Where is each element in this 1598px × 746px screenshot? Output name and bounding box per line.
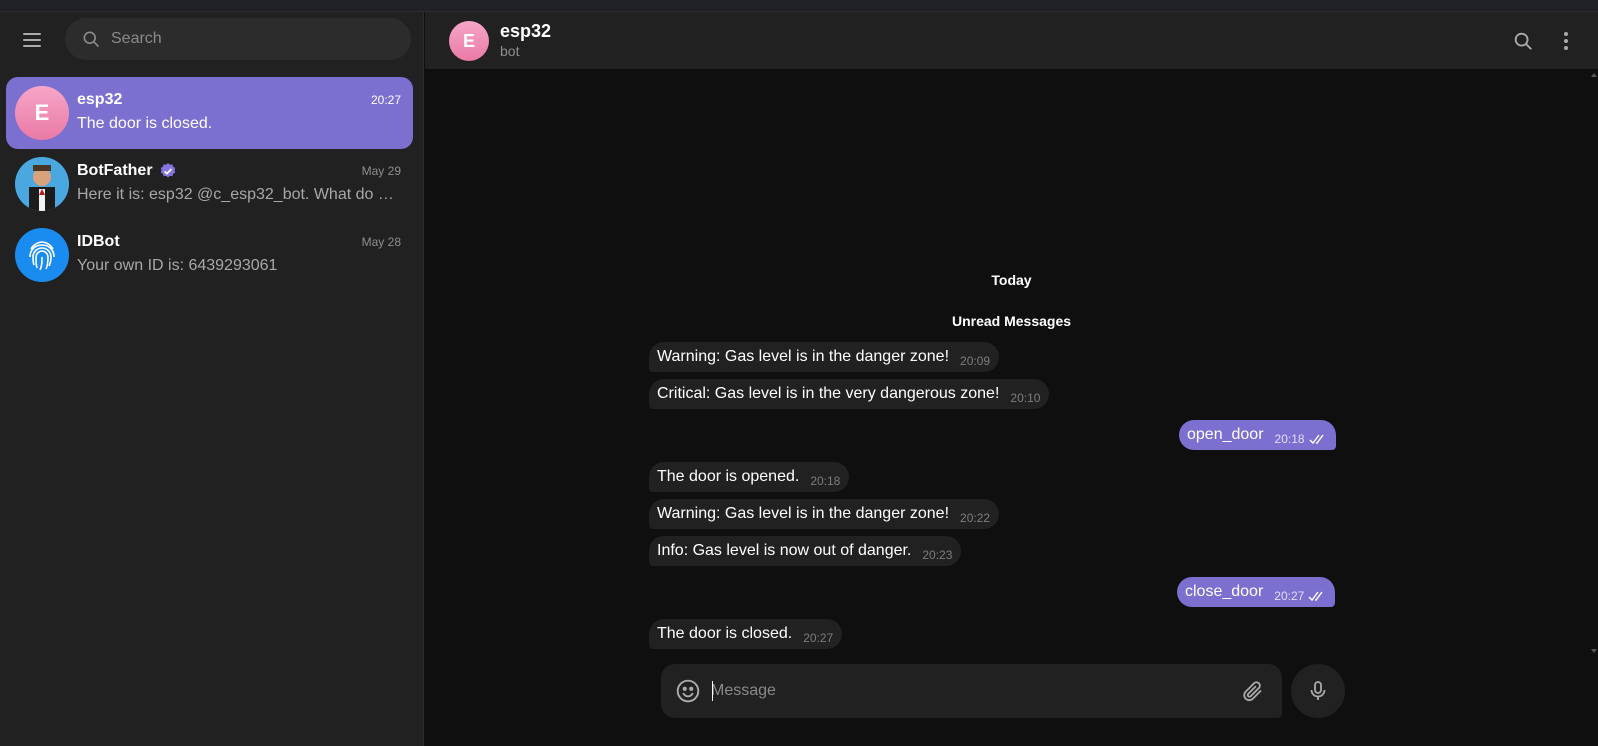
chat-item-botfather[interactable]: BotFather May 29 Here it is: esp32 @c_es… — [6, 148, 413, 220]
message-composer[interactable] — [661, 664, 1282, 718]
message-text: The door is closed. — [657, 625, 793, 642]
scrollbar-arrows — [1591, 73, 1597, 653]
message-time: 20:09 — [960, 354, 991, 368]
chat-time: May 29 — [361, 164, 401, 178]
message-time: 20:22 — [960, 511, 991, 525]
chat-name-text: IDBot — [77, 233, 120, 250]
message-time: 20:27 — [1274, 589, 1305, 603]
message-in[interactable]: Critical: Gas level is in the very dange… — [649, 379, 1050, 409]
browser-top-strip — [0, 0, 1598, 12]
menu-button[interactable] — [14, 26, 50, 54]
menu-icon-line — [23, 33, 41, 35]
chat-subtitle: bot — [500, 43, 520, 59]
voice-message-button[interactable] — [1291, 664, 1345, 718]
microphone-icon — [1310, 681, 1326, 700]
emoji-icon[interactable] — [675, 678, 701, 704]
attach-icon[interactable] — [1241, 679, 1265, 703]
message-time: 20:27 — [803, 631, 834, 645]
message-text: The door is opened. — [657, 468, 800, 485]
chat-name: esp32 — [77, 91, 122, 109]
message-out[interactable]: open_door 20:18 — [1179, 420, 1336, 450]
chat-name-text: esp32 — [77, 91, 123, 108]
chat-preview: The door is closed. — [77, 115, 213, 132]
search-icon — [1514, 32, 1532, 50]
double-check-icon — [1309, 434, 1324, 445]
message-in[interactable]: The door is opened. 20:18 — [649, 462, 850, 492]
message-text: Warning: Gas level is in the danger zone… — [657, 348, 950, 365]
message-in[interactable]: The door is closed. 20:27 — [649, 619, 843, 649]
message-time: 20:18 — [810, 474, 841, 488]
menu-icon-line — [23, 39, 41, 41]
message-time: 20:10 — [1010, 391, 1041, 405]
message-in[interactable]: Info: Gas level is now out of danger. 20… — [649, 536, 962, 566]
chat-name: IDBot — [77, 233, 120, 251]
more-button[interactable] — [1551, 26, 1581, 56]
chat-time: 20:27 — [370, 93, 401, 107]
message-time: 20:23 — [922, 548, 953, 562]
chat-header[interactable]: E esp32 bot — [425, 12, 1598, 69]
double-check-icon — [1308, 591, 1323, 602]
message-text: Warning: Gas level is in the danger zone… — [657, 505, 950, 522]
avatar: E — [15, 86, 69, 140]
text-caret — [712, 681, 713, 701]
avatar[interactable]: E — [449, 21, 489, 61]
message-in[interactable]: Warning: Gas level is in the danger zone… — [649, 342, 1000, 372]
search-icon — [83, 31, 100, 48]
verified-badge-icon — [160, 163, 175, 178]
more-vertical-icon — [1564, 32, 1568, 50]
unread-separator: Unread Messages — [951, 313, 1072, 329]
chat-item-idbot[interactable]: IDBot May 28 Your own ID is: 6439293061 — [6, 219, 413, 291]
message-time: 20:18 — [1274, 432, 1305, 446]
chat-panel: E esp32 bot Today Unread Messages Warnin… — [425, 12, 1598, 746]
avatar — [15, 157, 69, 211]
chat-preview: Here it is: esp32 @c_esp32_bot. What do … — [77, 186, 397, 203]
message-out[interactable]: close_door 20:27 — [1177, 577, 1336, 607]
avatar-letter: E — [34, 100, 50, 125]
date-separator: Today — [991, 272, 1032, 288]
sidebar: E esp32 20:27 The door is closed. BotFat… — [0, 12, 424, 746]
search-button[interactable] — [1508, 26, 1538, 56]
chat-preview: Your own ID is: 6439293061 — [77, 257, 278, 274]
message-text: Info: Gas level is now out of danger. — [657, 542, 912, 559]
fingerprint-icon — [29, 241, 55, 271]
avatar — [15, 228, 69, 282]
scrollbar[interactable] — [1590, 69, 1598, 669]
search-input[interactable] — [111, 30, 381, 48]
menu-icon-line — [23, 45, 41, 47]
message-text: close_door — [1185, 583, 1264, 600]
search-box[interactable] — [65, 18, 411, 60]
chat-title: esp32 — [500, 21, 552, 41]
message-text: Critical: Gas level is in the very dange… — [657, 385, 1000, 402]
chat-name-text: BotFather — [77, 162, 153, 179]
message-in[interactable]: Warning: Gas level is in the danger zone… — [649, 499, 1000, 529]
chat-item-esp32[interactable]: E esp32 20:27 The door is closed. — [6, 77, 413, 149]
chat-name: BotFather — [77, 162, 177, 180]
botfather-avatar-icon — [15, 157, 69, 211]
message-input[interactable] — [711, 679, 1191, 703]
message-text: open_door — [1187, 426, 1264, 443]
chat-time: May 28 — [361, 235, 401, 249]
